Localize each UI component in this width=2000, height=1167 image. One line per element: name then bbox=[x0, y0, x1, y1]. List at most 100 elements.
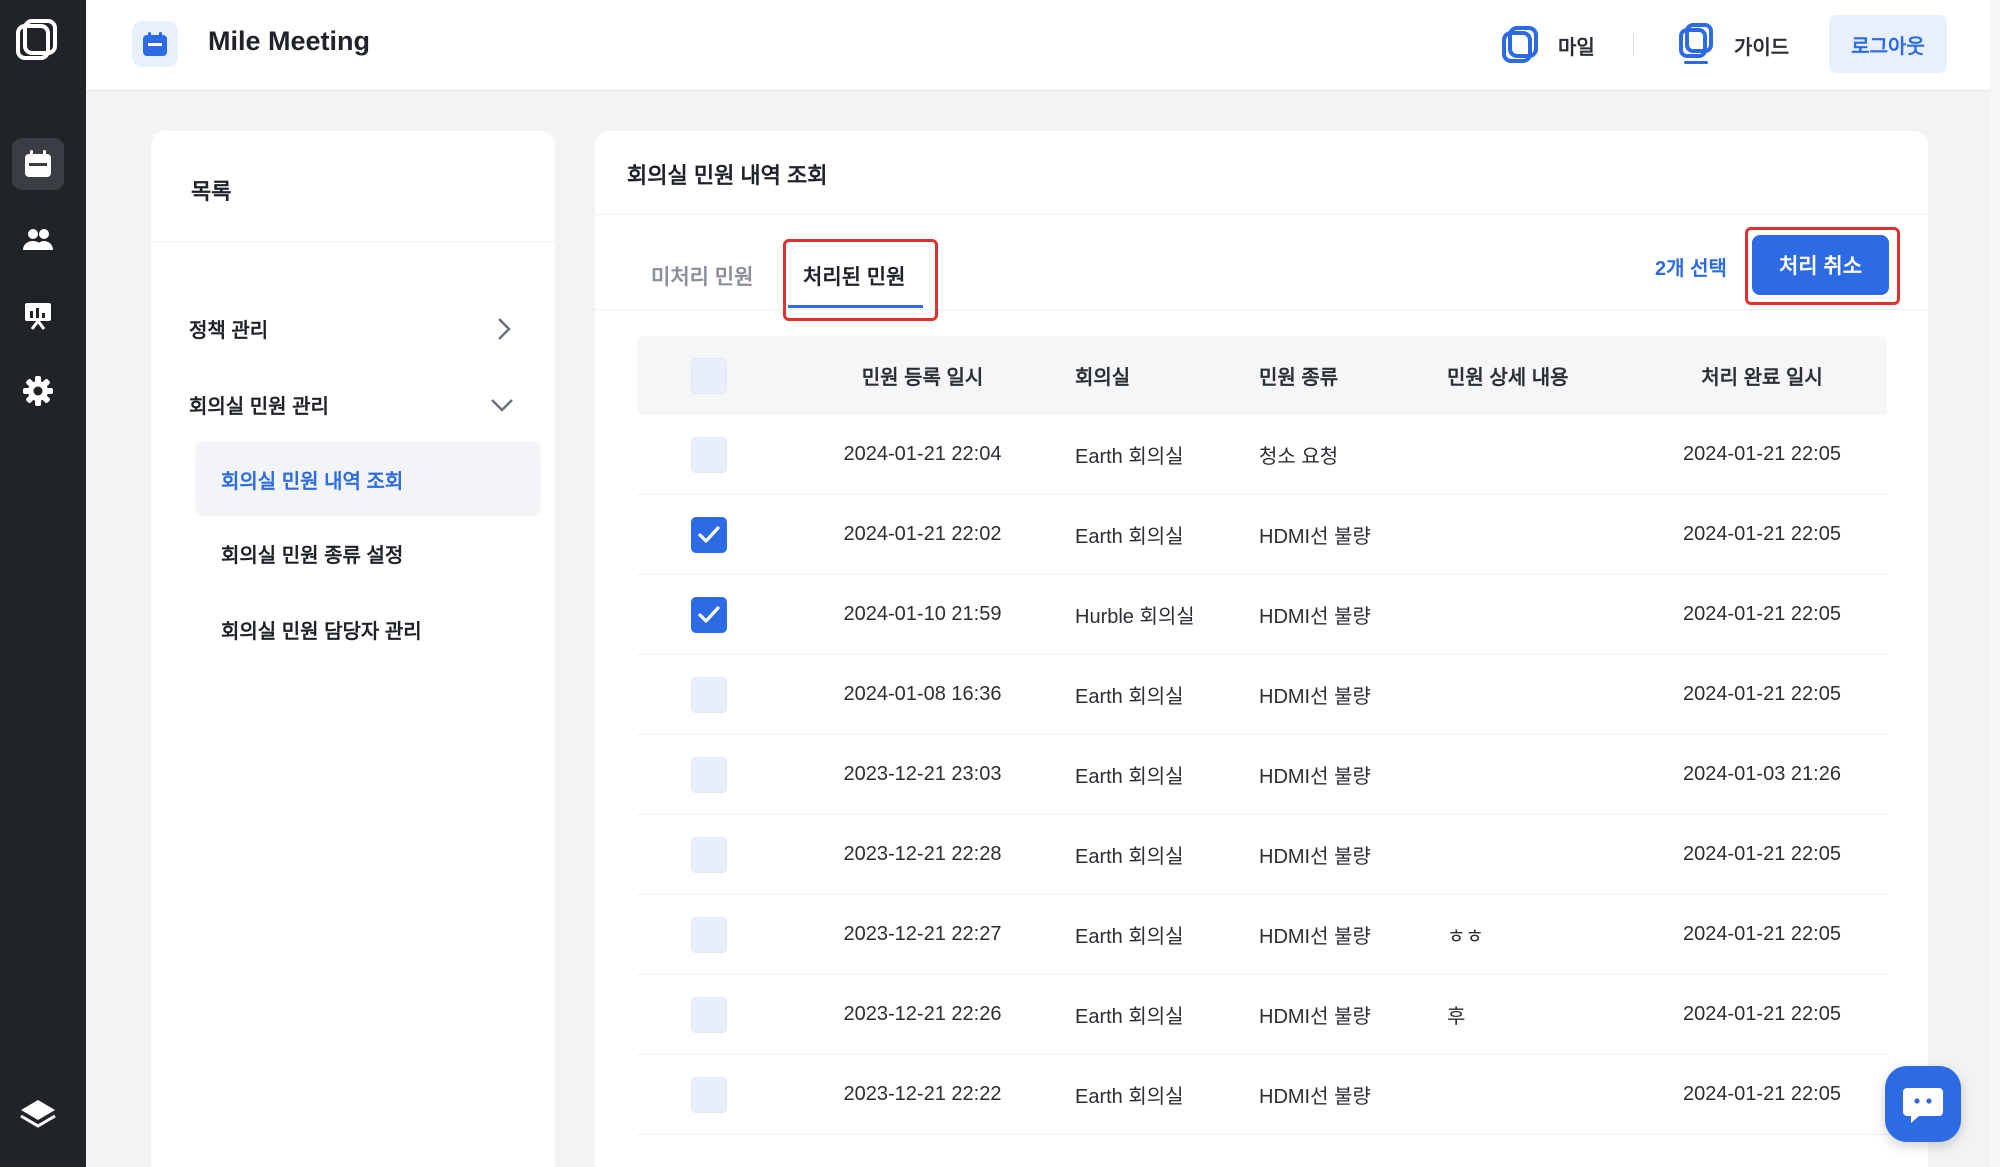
table-row[interactable]: 2024-01-21 22:02 Earth 회의실 HDMI선 불량 2024-01… bbox=[637, 495, 1887, 575]
room-cell: Hurble 회의실 bbox=[1075, 606, 1195, 628]
complaints-table: 민원 등록 일시 회의실 민원 종류 민원 상세 내용 처리 완료 일시 202… bbox=[637, 336, 1887, 1135]
complaint-type-cell: HDMI선 불량 bbox=[1259, 1006, 1371, 1028]
table-row[interactable]: 2023-12-21 22:26 Earth 회의실 HDMI선 불량 후 2024-0… bbox=[637, 975, 1887, 1055]
room-cell: Earth 회의실 bbox=[1075, 1086, 1184, 1108]
page-scrollbar[interactable] bbox=[1990, 0, 2000, 1167]
column-header[interactable]: 처리 완료 일시 bbox=[1637, 336, 1887, 415]
complaint-type-cell: HDMI선 불량 bbox=[1259, 606, 1371, 628]
room-cell: Earth 회의실 bbox=[1075, 526, 1184, 548]
table-row[interactable]: 2024-01-10 21:59 Hurble 회의실 HDMI선 불량 2024-0… bbox=[637, 575, 1887, 655]
completed-date-cell: 2024-01-21 22:05 bbox=[1683, 683, 1841, 705]
registered-date-cell: 2023-12-21 22:22 bbox=[843, 1083, 1002, 1105]
complaint-detail-cell bbox=[1437, 815, 1637, 894]
complaint-type-cell: HDMI선 불량 bbox=[1259, 526, 1371, 548]
registered-date-cell: 2023-12-21 22:28 bbox=[843, 843, 1002, 865]
app-calendar-icon bbox=[132, 21, 178, 67]
room-cell: Earth 회의실 bbox=[1075, 766, 1184, 788]
room-cell: Earth 회의실 bbox=[1075, 1006, 1184, 1028]
registered-date-cell: 2024-01-21 22:04 bbox=[843, 443, 1002, 465]
row-checkbox[interactable] bbox=[690, 996, 727, 1033]
complaint-detail-cell bbox=[1437, 735, 1637, 814]
table-row[interactable]: 2024-01-08 16:36 Earth 회의실 HDMI선 불량 2024-01… bbox=[637, 655, 1887, 735]
sidebar-subitem-managers[interactable]: 회의실 민원 담당자 관리 bbox=[195, 592, 541, 666]
row-checkbox-checked[interactable] bbox=[690, 516, 727, 553]
completed-date-cell: 2024-01-21 22:05 bbox=[1683, 603, 1841, 625]
header-divider bbox=[1633, 34, 1634, 56]
complaint-detail-cell: 후 bbox=[1447, 1006, 1466, 1028]
chat-icon bbox=[1903, 1088, 1943, 1123]
table-row[interactable]: 2024-01-21 22:04 Earth 회의실 청소 요청 2024-01-21… bbox=[637, 415, 1887, 495]
tab-highlight-box bbox=[783, 239, 938, 321]
sidebar-subitem-types[interactable]: 회의실 민원 종류 설정 bbox=[195, 516, 541, 590]
completed-date-cell: 2024-01-21 22:05 bbox=[1683, 1003, 1841, 1025]
calendar-icon[interactable] bbox=[12, 138, 64, 190]
row-checkbox[interactable] bbox=[690, 916, 727, 953]
complaint-detail-cell bbox=[1437, 495, 1637, 574]
complaint-detail-cell bbox=[1437, 1055, 1637, 1134]
complaint-detail-cell bbox=[1437, 655, 1637, 734]
complaint-type-cell: HDMI선 불량 bbox=[1259, 846, 1371, 868]
row-checkbox[interactable] bbox=[690, 436, 727, 473]
room-cell: Earth 회의실 bbox=[1075, 686, 1184, 708]
main-panel: 회의실 민원 내역 조회 미처리 민원 처리된 민원 2개 선택 처리 취소 민… bbox=[595, 131, 1928, 1167]
app-logo-icon[interactable] bbox=[14, 18, 58, 66]
table-row[interactable]: 2023-12-21 22:27 Earth 회의실 HDMI선 불량 ㅎㅎ 2024-… bbox=[637, 895, 1887, 975]
complaint-type-cell: HDMI선 불량 bbox=[1259, 766, 1371, 788]
selected-count: 2개 선택 bbox=[1655, 258, 1727, 280]
completed-date-cell: 2024-01-21 22:05 bbox=[1683, 923, 1841, 945]
column-header[interactable]: 회의실 bbox=[1065, 336, 1247, 415]
registered-date-cell: 2024-01-21 22:02 bbox=[843, 523, 1002, 545]
row-checkbox-checked[interactable] bbox=[690, 596, 727, 633]
app-title: Mile Meeting bbox=[208, 26, 371, 56]
mile-link[interactable]: 마일 bbox=[1500, 22, 1595, 68]
sidebar-item-complaints[interactable]: 회의실 민원 관리 bbox=[151, 374, 555, 434]
completed-date-cell: 2024-01-03 21:26 bbox=[1683, 763, 1841, 785]
room-cell: Earth 회의실 bbox=[1075, 926, 1184, 948]
top-header: Mile Meeting 마일 가이드 로그아웃 bbox=[86, 0, 2000, 91]
column-header[interactable]: 민원 등록 일시 bbox=[780, 336, 1065, 415]
table-row[interactable]: 2023-12-21 22:22 Earth 회의실 HDMI선 불량 2024-01… bbox=[637, 1055, 1887, 1135]
check-icon bbox=[697, 525, 720, 543]
row-checkbox[interactable] bbox=[690, 836, 727, 873]
mile-link-label: 마일 bbox=[1558, 36, 1595, 59]
table-header: 민원 등록 일시 회의실 민원 종류 민원 상세 내용 처리 완료 일시 bbox=[637, 336, 1887, 415]
presentation-icon[interactable] bbox=[12, 289, 64, 341]
chat-button[interactable] bbox=[1885, 1066, 1961, 1142]
registered-date-cell: 2023-12-21 22:26 bbox=[843, 1003, 1002, 1025]
guide-link-label: 가이드 bbox=[1734, 36, 1790, 59]
row-checkbox[interactable] bbox=[690, 756, 727, 793]
column-header[interactable]: 민원 상세 내용 bbox=[1437, 336, 1637, 415]
sidebar-item-label: 회의실 민원 관리 bbox=[189, 395, 329, 418]
sidebar-panel: 목록 정책 관리 회의실 민원 관리 회의실 민원 내역 조회 회의실 민원 종… bbox=[151, 131, 555, 1167]
complaint-type-cell: 청소 요청 bbox=[1259, 446, 1339, 468]
guide-logo-icon bbox=[1679, 23, 1713, 64]
mile-logo-icon bbox=[1502, 26, 1538, 63]
completed-date-cell: 2024-01-21 22:05 bbox=[1683, 1083, 1841, 1105]
gear-icon[interactable] bbox=[12, 365, 64, 417]
completed-date-cell: 2024-01-21 22:05 bbox=[1683, 523, 1841, 545]
sidebar-subitem-label: 회의실 민원 종류 설정 bbox=[221, 544, 404, 567]
column-header[interactable]: 민원 종류 bbox=[1247, 336, 1437, 415]
completed-date-cell: 2024-01-21 22:05 bbox=[1683, 443, 1841, 465]
complaint-type-cell: HDMI선 불량 bbox=[1259, 926, 1371, 948]
sidebar-item-label: 정책 관리 bbox=[189, 319, 269, 342]
select-all-checkbox[interactable] bbox=[690, 357, 727, 394]
tab-unprocessed[interactable]: 미처리 민원 bbox=[651, 261, 753, 291]
row-checkbox[interactable] bbox=[690, 1076, 727, 1113]
sidebar-subitem-label: 회의실 민원 담당자 관리 bbox=[221, 620, 422, 643]
table-row[interactable]: 2023-12-21 22:28 Earth 회의실 HDMI선 불량 2024-01… bbox=[637, 815, 1887, 895]
layers-icon[interactable] bbox=[12, 1089, 64, 1141]
registered-date-cell: 2023-12-21 23:03 bbox=[843, 763, 1002, 785]
guide-link[interactable]: 가이드 bbox=[1676, 22, 1789, 68]
button-highlight-box bbox=[1745, 227, 1900, 305]
complaint-detail-cell bbox=[1437, 575, 1637, 654]
left-rail bbox=[0, 0, 86, 1167]
complaint-detail-cell: ㅎㅎ bbox=[1447, 926, 1484, 948]
sidebar-item-policy[interactable]: 정책 관리 bbox=[151, 298, 555, 358]
sidebar-subitem-history[interactable]: 회의실 민원 내역 조회 bbox=[195, 442, 541, 516]
room-cell: Earth 회의실 bbox=[1075, 846, 1184, 868]
row-checkbox[interactable] bbox=[690, 676, 727, 713]
users-icon[interactable] bbox=[12, 214, 64, 266]
table-row[interactable]: 2023-12-21 23:03 Earth 회의실 HDMI선 불량 2024-01… bbox=[637, 735, 1887, 815]
logout-button[interactable]: 로그아웃 bbox=[1829, 15, 1947, 73]
